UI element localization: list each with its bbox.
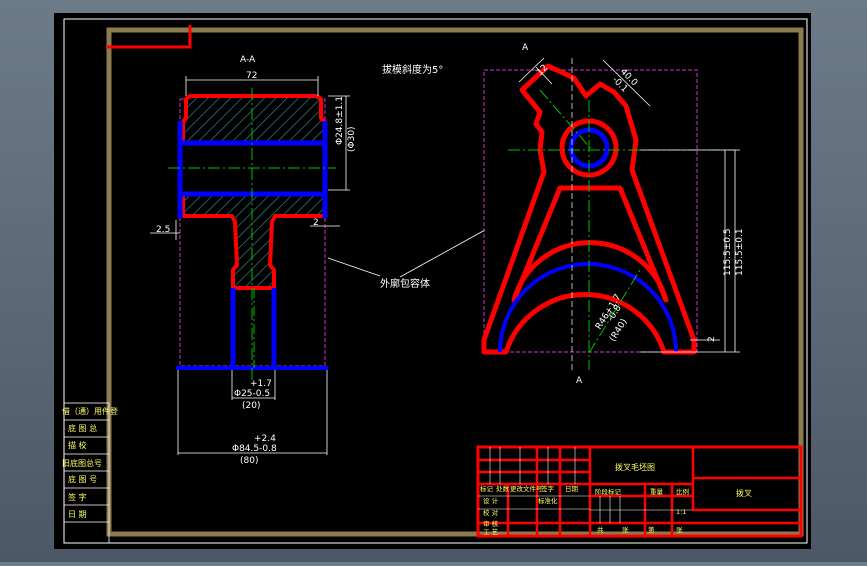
row-label-3: 工 艺 <box>483 528 499 536</box>
row-label-1: 校 对 <box>483 508 499 517</box>
header-cell-2: 更改文件号 <box>510 484 543 493</box>
header-cell-3: 签字 <box>541 484 555 493</box>
row-label-2: 审 核 <box>483 519 499 528</box>
header-cell-0: 标记 <box>480 484 494 493</box>
side-table-row-4: 底 图 号 <box>68 474 97 484</box>
dim-left-step: 2.5 <box>156 225 170 235</box>
sheet-total: 共 <box>597 525 604 534</box>
weight-label: 重量 <box>650 488 664 496</box>
dim-bore-ref: (Φ30) <box>347 126 357 152</box>
row-label-0: 设 计 <box>483 496 499 505</box>
section-mark-bottom: A <box>576 376 583 386</box>
side-table-row-3: 旧底图总号 <box>62 458 102 468</box>
dim-top-width: 72 <box>246 71 257 81</box>
side-table-row-1: 底 图 总 <box>68 423 97 433</box>
drawing-title: 拨叉毛坯图 <box>615 462 655 472</box>
cad-viewport[interactable]: A-A 拔模斜度为5° 外廓包容体 A A 72 Φ24.8±1.1 (Φ30)… <box>0 0 867 562</box>
section-label: A-A <box>240 55 256 65</box>
section-mark-top: A <box>522 43 529 53</box>
dim-stem-ref: (20) <box>242 401 260 411</box>
dim-height-a: 115.5±0.5 <box>723 228 733 276</box>
dim-stem-tol: +1.7 <box>250 379 272 389</box>
draft-note: 拔模斜度为5° <box>382 63 443 76</box>
header-cell-4: 日期 <box>565 485 579 493</box>
dim-bore-diameter: Φ24.8±1.1 <box>335 96 345 145</box>
dim-overall-tol: +2.4 <box>254 434 276 444</box>
side-table-row-2: 描 校 <box>68 440 87 450</box>
scale-value: 1:1 <box>676 508 686 516</box>
outline-note: 外廓包容体 <box>380 277 430 290</box>
side-table-row-0: 借（通）用件登 <box>62 406 118 416</box>
stage-label: 阶段标记 <box>595 487 622 496</box>
dim-overall-ref: (80) <box>240 456 258 466</box>
dim-right-step: 2 <box>313 218 319 228</box>
side-table-row-5: 签 字 <box>68 492 87 502</box>
std-label: 标准化 <box>538 496 558 505</box>
side-table-row-6: 日 期 <box>68 510 87 519</box>
header-cell-1: 处数 <box>496 484 510 493</box>
scale-label: 比例 <box>676 487 689 496</box>
part-name: 拨叉 <box>736 488 752 498</box>
sheet-unit: 张 <box>622 525 629 534</box>
dim-bottom-step: 2 <box>707 336 717 342</box>
dim-overall-diameter: Φ84.5-0.8 <box>232 444 277 454</box>
sheet-no: 第 <box>648 525 655 534</box>
dim-height-b: 115.5±0.1 <box>735 228 745 276</box>
dim-stem-diameter: Φ25-0.5 <box>234 389 270 399</box>
top-hub <box>181 94 327 145</box>
sheet-unit2: 张 <box>676 525 683 534</box>
drawing-canvas: A-A 拔模斜度为5° 外廓包容体 A A 72 Φ24.8±1.1 (Φ30)… <box>54 13 811 549</box>
